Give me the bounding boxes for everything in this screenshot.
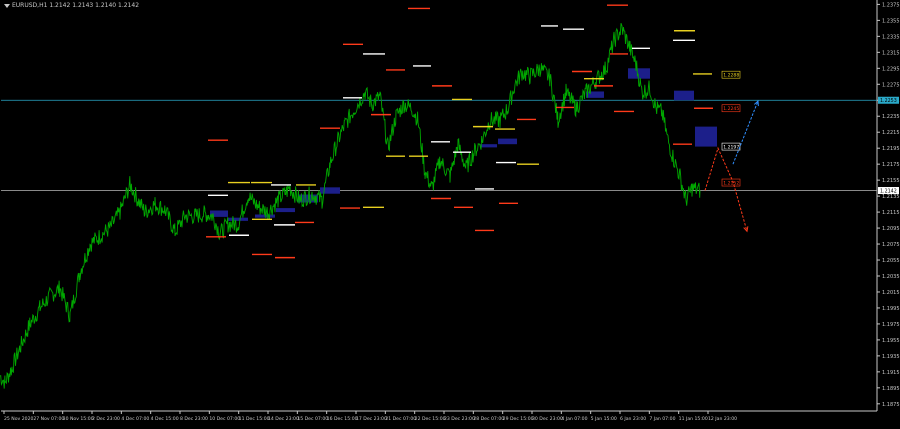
bearish-arrow-path bbox=[704, 146, 748, 232]
y-tick-label: 1.1915 bbox=[882, 370, 900, 376]
x-tick-label: 8 Dec 23:00 bbox=[180, 416, 208, 422]
chart-window[interactable]: EURUSD,H1 1.2142 1.2143 1.2140 1.2142 1.… bbox=[0, 0, 900, 425]
y-tick-label: 1.2075 bbox=[882, 242, 900, 248]
zone-rect bbox=[480, 144, 497, 148]
y-tick-label: 1.2275 bbox=[882, 82, 900, 88]
y-tick-label: 1.2135 bbox=[882, 194, 900, 200]
price-tag-text: 1.2253 bbox=[880, 98, 897, 104]
y-tick-label: 1.1895 bbox=[882, 386, 900, 392]
y-tick-label: 1.2355 bbox=[882, 18, 900, 24]
y-tick-label: 1.2095 bbox=[882, 226, 900, 232]
y-tick-label: 1.2155 bbox=[882, 178, 900, 184]
x-tick-label: 15 Dec 07:00 bbox=[297, 416, 328, 422]
zone-rect bbox=[695, 126, 717, 147]
x-tick-label: 7 Jan 07:00 bbox=[649, 416, 675, 422]
level-label: 1.2245 bbox=[721, 104, 741, 112]
x-tick-label: 4 Jan 07:00 bbox=[561, 416, 587, 422]
y-tick-label: 1.2235 bbox=[882, 114, 900, 120]
dropdown-triangle-icon[interactable] bbox=[4, 3, 10, 8]
x-tick-label: 25 Nov 2020 bbox=[4, 416, 33, 422]
x-tick-label: 2 Dec 23:00 bbox=[92, 416, 120, 422]
zone-rect bbox=[320, 187, 340, 194]
y-tick-label: 1.2015 bbox=[882, 290, 900, 296]
level-label: 1.2152 bbox=[721, 178, 741, 186]
y-tick-label: 1.2315 bbox=[882, 50, 900, 56]
x-tick-label: 22 Dec 15:00 bbox=[415, 416, 446, 422]
x-tick-label: 28 Dec 07:00 bbox=[473, 416, 504, 422]
x-tick-label: 12 Jan 23:00 bbox=[708, 416, 737, 422]
y-tick-label: 1.2175 bbox=[882, 162, 900, 168]
x-tick-label: 16 Dec 15:00 bbox=[327, 416, 358, 422]
x-tick-label: 23 Dec 23:00 bbox=[444, 416, 475, 422]
price-tag-text: 1.2142 bbox=[880, 188, 897, 194]
level-label-text: 1.2288 bbox=[723, 72, 739, 78]
y-tick-label: 1.2215 bbox=[882, 130, 900, 136]
level-label-text: 1.2152 bbox=[723, 180, 739, 186]
x-tick-label: 21 Dec 07:00 bbox=[385, 416, 416, 422]
x-tick-label: 30 Nov 15:00 bbox=[63, 416, 94, 422]
y-tick-label: 1.2335 bbox=[882, 34, 900, 40]
level-label-text: 1.2245 bbox=[723, 106, 739, 112]
x-tick-label: 11 Jan 15:00 bbox=[679, 416, 708, 422]
y-tick-label: 1.1935 bbox=[882, 354, 900, 360]
x-tick-label: 17 Dec 23:00 bbox=[356, 416, 387, 422]
y-tick-label: 1.2375 bbox=[882, 2, 900, 8]
y-tick-label: 1.2295 bbox=[882, 66, 900, 72]
y-tick-label: 1.2035 bbox=[882, 274, 900, 280]
y-tick-label: 1.1975 bbox=[882, 322, 900, 328]
x-tick-label: 30 Dec 23:00 bbox=[532, 416, 563, 422]
x-tick-label: 4 Dec 15:00 bbox=[151, 416, 179, 422]
y-tick-label: 1.2115 bbox=[882, 210, 900, 216]
zone-rect bbox=[228, 217, 248, 221]
chart-symbol-header: EURUSD,H1 1.2142 1.2143 1.2140 1.2142 bbox=[4, 2, 139, 9]
chart-symbol-text: EURUSD,H1 1.2142 1.2143 1.2140 1.2142 bbox=[12, 2, 140, 9]
x-tick-label: 5 Jan 15:00 bbox=[591, 416, 617, 422]
x-tick-label: 29 Dec 15:00 bbox=[503, 416, 534, 422]
level-label-text: 1.2197 bbox=[723, 144, 739, 150]
x-tick-label: 14 Dec 23:00 bbox=[268, 416, 299, 422]
price-chart[interactable]: 1.2375 1.2355 1.2335 1.2315 1.2295 1.2275 1.22… bbox=[0, 0, 900, 425]
x-tick-label: 4 Dec 07:00 bbox=[121, 416, 149, 422]
bullish-arrowhead-icon bbox=[753, 99, 759, 107]
zone-rect bbox=[628, 68, 650, 79]
zone-rect bbox=[276, 208, 295, 213]
x-tick-label: 10 Dec 07:00 bbox=[209, 416, 240, 422]
level-label: 1.2197 bbox=[721, 142, 741, 150]
y-tick-label: 1.2055 bbox=[882, 258, 900, 264]
level-label: 1.2288 bbox=[721, 70, 741, 78]
x-tick-label: 27 Nov 07:00 bbox=[33, 416, 64, 422]
zone-rect bbox=[674, 90, 694, 101]
y-tick-label: 1.2195 bbox=[882, 146, 900, 152]
y-tick-label: 1.1955 bbox=[882, 338, 900, 344]
zone-rect bbox=[586, 91, 604, 98]
y-tick-label: 1.1875 bbox=[882, 402, 900, 408]
y-tick-label: 1.1995 bbox=[882, 306, 900, 312]
x-tick-label: 6 Jan 23:00 bbox=[620, 416, 646, 422]
x-tick-label: 11 Dec 15:00 bbox=[239, 416, 270, 422]
zone-rect bbox=[498, 138, 517, 145]
